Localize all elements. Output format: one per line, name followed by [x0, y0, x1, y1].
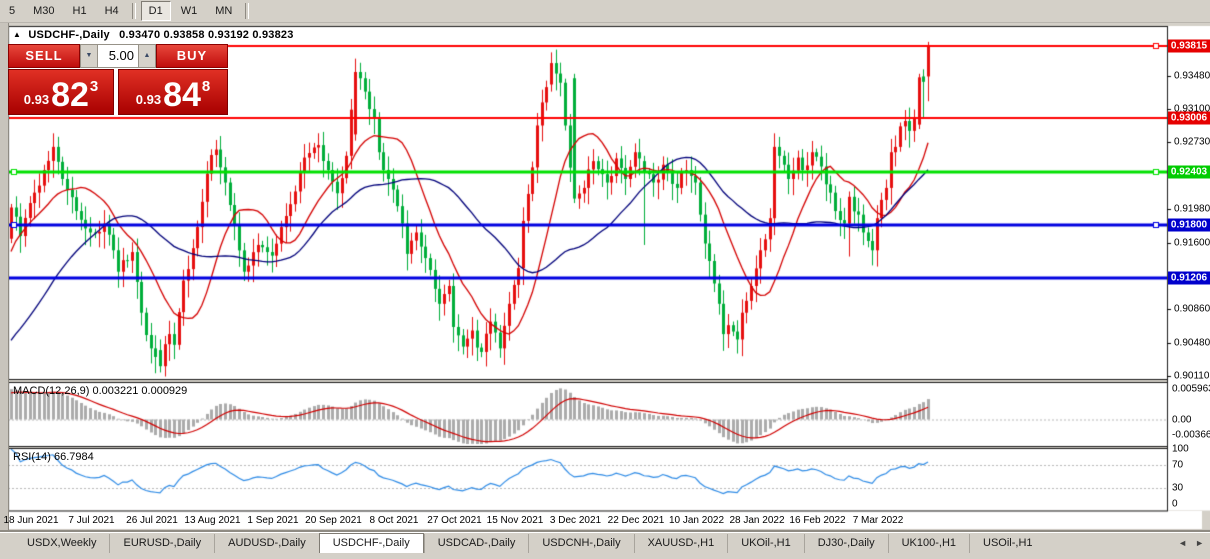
- buy-price-big: 84: [163, 80, 201, 110]
- macd-indicator-label: MACD(12,26,9) 0.003221 0.000929: [13, 385, 187, 397]
- price-level-badge: 0.92403: [1168, 165, 1210, 178]
- chart-tab-usdx[interactable]: USDX,Weekly: [14, 534, 109, 553]
- timeframe-button-d1[interactable]: D1: [141, 1, 171, 21]
- price-tick-label: 0.93480: [1174, 70, 1210, 81]
- toolbar-separator: [245, 3, 249, 19]
- rsi-axis-label: 70: [1172, 460, 1183, 471]
- buy-price-box[interactable]: 0.93 84 8: [118, 69, 228, 115]
- chart-tab-dj30[interactable]: DJ30-,Daily: [804, 534, 888, 553]
- date-tick-label: 18 Jun 2021: [3, 515, 58, 526]
- status-strip: [0, 553, 1210, 559]
- toolbar-separator: [132, 3, 136, 19]
- sell-price-box[interactable]: 0.93 82 3: [8, 69, 114, 115]
- rsi-axis-label: 100: [1172, 444, 1189, 455]
- timeframe-button-w1[interactable]: W1: [173, 1, 206, 21]
- date-tick-label: 27 Oct 2021: [427, 515, 481, 526]
- price-tick-label: 0.90860: [1174, 304, 1210, 315]
- macd-axis-label: 0.005963: [1172, 384, 1210, 395]
- one-click-trading-panel: SELL ▼ 5.00 ▲ BUY 0.93 82 3 0.93 84 8: [8, 44, 228, 115]
- price-level-badge: 0.91800: [1168, 219, 1210, 232]
- sell-button[interactable]: SELL: [8, 44, 80, 68]
- buy-button[interactable]: BUY: [156, 44, 228, 68]
- price-tick-label: 0.91600: [1174, 238, 1210, 249]
- timeframe-button-mn[interactable]: MN: [207, 1, 240, 21]
- date-tick-label: 1 Sep 2021: [247, 515, 298, 526]
- rsi-indicator-label: RSI(14) 66.7984: [13, 451, 94, 463]
- rsi-axis-label: 0: [1172, 499, 1178, 510]
- tab-scroll-right-button[interactable]: ►: [1195, 538, 1204, 548]
- date-tick-label: 22 Dec 2021: [608, 515, 665, 526]
- date-tick-label: 16 Feb 2022: [789, 515, 845, 526]
- macd-axis-label: 0.00: [1172, 414, 1191, 425]
- price-level-badge: 0.93006: [1168, 111, 1210, 124]
- price-tick-label: 0.92730: [1174, 137, 1210, 148]
- collapse-panel-icon[interactable]: ▲: [13, 30, 21, 39]
- chart-tab-ukoil[interactable]: UKOil-,H1: [727, 534, 804, 553]
- date-tick-label: 10 Jan 2022: [669, 515, 724, 526]
- price-tick-label: 0.90480: [1174, 338, 1210, 349]
- chart-symbol-label: USDCHF-,Daily: [28, 29, 109, 41]
- date-tick-label: 28 Jan 2022: [729, 515, 784, 526]
- volume-increase-button[interactable]: ▲: [138, 44, 156, 68]
- macd-axis-label: -0.003664: [1172, 430, 1210, 441]
- symbol-tab-bar: USDX,WeeklyEURUSD-,DailyAUDUSD-,DailyUSD…: [0, 532, 1210, 553]
- chart-ohlc-values: 0.93470 0.93858 0.93192 0.93823: [119, 29, 293, 41]
- chart-tab-usdcnh[interactable]: USDCNH-,Daily: [528, 534, 633, 553]
- date-tick-label: 13 Aug 2021: [184, 515, 240, 526]
- sell-price-big: 82: [51, 80, 89, 110]
- date-tick-label: 7 Mar 2022: [853, 515, 904, 526]
- chart-tab-eurusd[interactable]: EURUSD-,Daily: [109, 534, 214, 553]
- buy-price-pip: 8: [202, 70, 210, 104]
- chart-tab-uk100[interactable]: UK100-,H1: [888, 534, 969, 553]
- timeframe-button-h1[interactable]: H1: [65, 1, 95, 21]
- trading-terminal-window: 5M30H1H4 D1W1MN ▲ USDCHF-,Daily 0.93470 0…: [0, 0, 1210, 559]
- volume-decrease-button[interactable]: ▼: [80, 44, 98, 68]
- price-tick-label: 0.90110: [1174, 371, 1209, 382]
- chart-tab-usdcad[interactable]: USDCAD-,Daily: [424, 534, 529, 553]
- date-tick-label: 8 Oct 2021: [370, 515, 419, 526]
- date-tick-label: 7 Jul 2021: [68, 515, 114, 526]
- price-tick-label: 0.91980: [1174, 204, 1210, 215]
- chart-tab-audusd[interactable]: AUDUSD-,Daily: [214, 534, 319, 553]
- chart-tab-usoil[interactable]: USOil-,H1: [969, 534, 1046, 553]
- volume-field[interactable]: 5.00: [98, 44, 138, 68]
- price-level-badge: 0.91206: [1168, 272, 1210, 285]
- timeframe-button-5[interactable]: 5: [1, 1, 23, 21]
- date-tick-label: 3 Dec 2021: [550, 515, 601, 526]
- buy-price-prefix: 0.93: [136, 90, 161, 110]
- timeframe-button-m30[interactable]: M30: [25, 1, 62, 21]
- timeframe-button-h4[interactable]: H4: [97, 1, 127, 21]
- timeframe-toolbar: 5M30H1H4 D1W1MN: [0, 0, 1210, 23]
- sell-price-prefix: 0.93: [24, 90, 49, 110]
- chart-tab-xauusd[interactable]: XAUUSD-,H1: [634, 534, 728, 553]
- price-level-badge: 0.93815: [1168, 39, 1210, 52]
- chart-tab-usdchf[interactable]: USDCHF-,Daily: [319, 533, 424, 553]
- rsi-axis-label: 30: [1172, 483, 1183, 494]
- date-tick-label: 20 Sep 2021: [305, 515, 362, 526]
- date-tick-label: 26 Jul 2021: [126, 515, 178, 526]
- sell-price-pip: 3: [90, 70, 98, 104]
- date-tick-label: 15 Nov 2021: [487, 515, 544, 526]
- chart-title: ▲ USDCHF-,Daily 0.93470 0.93858 0.93192 …: [13, 29, 294, 41]
- tab-scroll-left-button[interactable]: ◄: [1178, 538, 1187, 548]
- tab-scroll-arrows: ◄►: [1170, 538, 1204, 548]
